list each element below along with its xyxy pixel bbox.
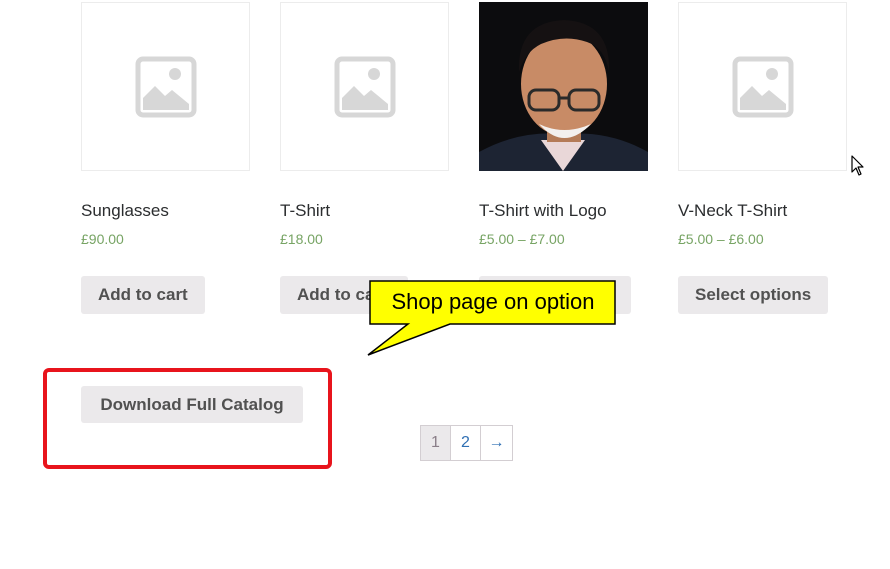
product-price: £18.00 [280,231,323,247]
product-card: T-Shirt with Logo £5.00 – £7.00 Select o… [479,2,648,314]
add-to-cart-button[interactable]: Add to cart [81,276,205,314]
product-title[interactable]: T-Shirt with Logo [479,201,607,221]
man-portrait-photo [479,2,648,171]
product-card: Sunglasses £90.00 Add to cart [81,2,250,314]
product-price: £5.00 – £7.00 [479,231,565,247]
product-image[interactable] [280,2,449,171]
page-2-link[interactable]: 2 [451,426,481,460]
product-card: T-Shirt £18.00 Add to cart [280,2,449,314]
download-catalog-button[interactable]: Download Full Catalog [81,386,303,423]
product-image[interactable] [678,2,847,171]
product-title[interactable]: Sunglasses [81,201,169,221]
pagination: 1 2 → [420,425,513,461]
product-image[interactable] [81,2,250,171]
select-options-button[interactable]: Select options [678,276,829,314]
product-price: £5.00 – £6.00 [678,231,764,247]
product-price: £90.00 [81,231,124,247]
placeholder-image-icon [334,56,395,117]
placeholder-image-icon [732,56,793,117]
product-title[interactable]: T-Shirt [280,201,330,221]
product-image[interactable] [479,2,648,171]
callout-text: Shop page on option [391,289,595,314]
next-page-link[interactable]: → [481,426,512,460]
placeholder-image-icon [135,56,196,117]
product-title[interactable]: V-Neck T-Shirt [678,201,787,221]
page-1-current: 1 [421,426,451,460]
mouse-cursor-icon [851,155,864,176]
product-card: V-Neck T-Shirt £5.00 – £6.00 Select opti… [678,2,847,314]
